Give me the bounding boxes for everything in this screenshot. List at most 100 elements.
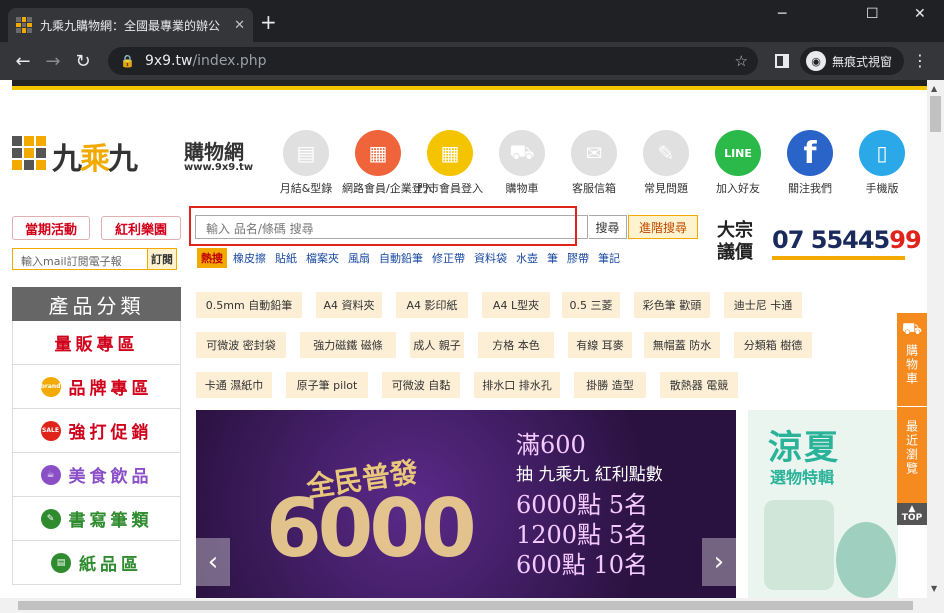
top-icon-label: 購物車 — [505, 182, 539, 195]
keyword-tag[interactable]: 可微波 自黏 — [382, 372, 460, 398]
browser-menu-icon[interactable]: ⋮ — [912, 51, 928, 70]
hot-search-link[interactable]: 水壺 — [516, 250, 538, 266]
advanced-search-button[interactable]: 進階搜尋 — [628, 215, 698, 239]
category-item-0[interactable]: 量販專區 — [12, 321, 181, 365]
keyword-tag[interactable]: A4 資料夾 — [316, 292, 382, 318]
bookmark-star-icon[interactable]: ☆ — [735, 52, 748, 70]
back-to-top-button[interactable]: ▲ TOP — [897, 503, 927, 525]
top-icon-2[interactable]: ▦ 門市會員登入 — [414, 130, 486, 196]
keyword-tag[interactable]: 分類箱 樹德 — [734, 332, 812, 358]
maximize-icon[interactable]: ☐ — [866, 6, 879, 22]
tab-title: 九乘九購物網：全國最專業的辦公 — [40, 18, 220, 33]
bonus-park-button[interactable]: 紅利樂園 — [101, 216, 181, 240]
top-icon-6[interactable]: LINE 加入好友 — [702, 130, 774, 196]
banner-prev-button[interactable]: ‹ — [196, 538, 230, 586]
hot-search-link[interactable]: 資料袋 — [474, 250, 507, 266]
top-icon-4[interactable]: ✉ 客服信箱 — [558, 130, 630, 196]
keyword-tag[interactable]: 強力磁鐵 磁條 — [300, 332, 396, 358]
top-icon-label: 常見問題 — [644, 182, 688, 195]
new-tab-button[interactable]: + — [260, 12, 277, 32]
top-icon-0[interactable]: ▤ 月結&型錄 — [270, 130, 342, 196]
floating-cart-button[interactable]: ⛟ 購物車 — [897, 313, 927, 407]
window-close-icon[interactable]: ✕ — [914, 6, 926, 22]
top-icon-7[interactable]: f 關注我們 — [774, 130, 846, 196]
side-banner-title: 涼夏 — [768, 428, 840, 468]
hot-search-link[interactable]: 自動鉛筆 — [379, 250, 423, 266]
hot-search-link[interactable]: 橡皮擦 — [233, 250, 266, 266]
top-icon-3[interactable]: ⛟ 購物車 — [486, 130, 558, 196]
incognito-label: 無痕式視窗 — [832, 54, 893, 69]
store-login-icon: ▦ — [427, 130, 473, 176]
top-icon-1[interactable]: ▦ 網路會員/企業登入 — [342, 130, 434, 196]
keyword-tag[interactable]: 散熱器 電競 — [660, 372, 738, 398]
banner-prize-list: 滿600 抽 九乘九 紅利點數 6000點 5名 1200點 5名 600點 10名 — [516, 430, 663, 580]
site-logo[interactable]: 九乘九 購物網 www.9x9.tw — [12, 132, 257, 178]
hot-search-link[interactable]: 筆記 — [598, 250, 620, 266]
banner-next-button[interactable]: › — [702, 538, 736, 586]
hot-search-link[interactable]: 風扇 — [348, 250, 370, 266]
line-icon: LINE — [715, 130, 761, 176]
top-icon-label: 門市會員登入 — [417, 182, 483, 195]
cart-icon: ⛟ — [901, 319, 923, 338]
keyword-tag[interactable]: 無帽蓋 防水 — [644, 332, 720, 358]
hot-search-link[interactable]: 檔案夾 — [306, 250, 339, 266]
category-item-2[interactable]: SALE 強打促銷 — [12, 409, 181, 453]
horizontal-scroll-thumb[interactable] — [18, 601, 913, 610]
newsletter-email-input[interactable]: 輸入mail訂閱電子報 — [12, 248, 147, 270]
hot-search-link[interactable]: 修正帶 — [432, 250, 465, 266]
vertical-scrollbar[interactable]: ▲ ▼ — [927, 80, 944, 598]
minimize-icon[interactable]: ─ — [778, 6, 786, 22]
fan-image — [764, 500, 834, 590]
summer-side-banner[interactable]: 涼夏 選物特輯 — [748, 410, 898, 598]
category-item-5[interactable]: ▤ 紙品區 — [12, 541, 181, 585]
top-icon-5[interactable]: ✎ 常見問題 — [630, 130, 702, 196]
vertical-scroll-thumb[interactable] — [930, 96, 941, 132]
keyword-tag[interactable]: 迪士尼 卡通 — [724, 292, 802, 318]
top-icon-label: 客服信箱 — [572, 182, 616, 195]
lock-icon[interactable]: 🔒 — [120, 54, 135, 68]
keyword-tag[interactable]: A4 影印紙 — [396, 292, 468, 318]
keyword-tag[interactable]: 排水口 排水孔 — [474, 372, 560, 398]
keyword-tag[interactable]: 卡通 濕紙巾 — [196, 372, 272, 398]
mail-icon: ✉ — [571, 130, 617, 176]
recently-viewed-label: 最近瀏覽 — [904, 420, 919, 476]
side-panel-icon[interactable] — [775, 54, 789, 68]
keyword-tag[interactable]: 掛勝 造型 — [574, 372, 646, 398]
keyword-tag[interactable]: 有線 耳麥 — [568, 332, 632, 358]
banner-line: 抽 九乘九 紅利點數 — [516, 465, 663, 485]
reload-icon[interactable]: ↻ — [68, 51, 98, 72]
main-banner[interactable]: 全民普發 6000 滿600 抽 九乘九 紅利點數 6000點 5名 1200點 5名… — [196, 410, 736, 598]
category-icon: ✎ — [40, 508, 61, 529]
hot-search-link[interactable]: 筆 — [547, 250, 558, 266]
floating-cart-label: 購物車 — [904, 344, 919, 386]
horizontal-scrollbar[interactable] — [0, 598, 944, 613]
keyword-tag[interactable]: 彩色筆 歡頭 — [634, 292, 710, 318]
back-icon[interactable]: ← — [8, 51, 38, 72]
category-item-4[interactable]: ✎ 書寫筆類 — [12, 497, 181, 541]
category-item-1[interactable]: brand 品牌專區 — [12, 365, 181, 409]
recently-viewed-button[interactable]: 最近瀏覽 — [897, 408, 927, 503]
scroll-up-icon[interactable]: ▲ — [931, 84, 937, 93]
current-promo-button[interactable]: 當期活動 — [12, 216, 90, 240]
scroll-down-icon[interactable]: ▼ — [931, 584, 937, 593]
incognito-badge[interactable]: ◉ 無痕式視窗 — [800, 47, 904, 75]
keyword-tag[interactable]: 方格 本色 — [478, 332, 554, 358]
top-icon-8[interactable]: ▯ 手機版 — [846, 130, 918, 196]
keyword-tag[interactable]: 0.5 三菱 — [562, 292, 620, 318]
search-button[interactable]: 搜尋 — [589, 215, 627, 239]
bulk-phone-number[interactable]: 07 5544599 — [772, 226, 922, 254]
category-item-3[interactable]: ☕ 美食飲品 — [12, 453, 181, 497]
hot-search-link[interactable]: 貼紙 — [275, 250, 297, 266]
browser-tab[interactable]: 九乘九購物網：全國最專業的辦公 ✕ — [8, 8, 253, 42]
keyword-tag[interactable]: 原子筆 pilot — [286, 372, 368, 398]
keyword-tag[interactable]: 0.5mm 自動鉛筆 — [196, 292, 302, 318]
hot-search-link[interactable]: 膠帶 — [567, 250, 589, 266]
keyword-tag[interactable]: 可微波 密封袋 — [196, 332, 286, 358]
address-bar[interactable]: 🔒 9x9.tw /index.php ☆ — [108, 47, 758, 75]
forward-icon[interactable]: → — [38, 51, 68, 72]
keyword-tag[interactable]: 成人 親子 — [410, 332, 464, 358]
tab-close-icon[interactable]: ✕ — [234, 18, 245, 33]
category-label: 強打促銷 — [68, 423, 153, 443]
newsletter-subscribe-button[interactable]: 訂閱 — [147, 248, 177, 270]
keyword-tag[interactable]: A4 L型夾 — [482, 292, 550, 318]
